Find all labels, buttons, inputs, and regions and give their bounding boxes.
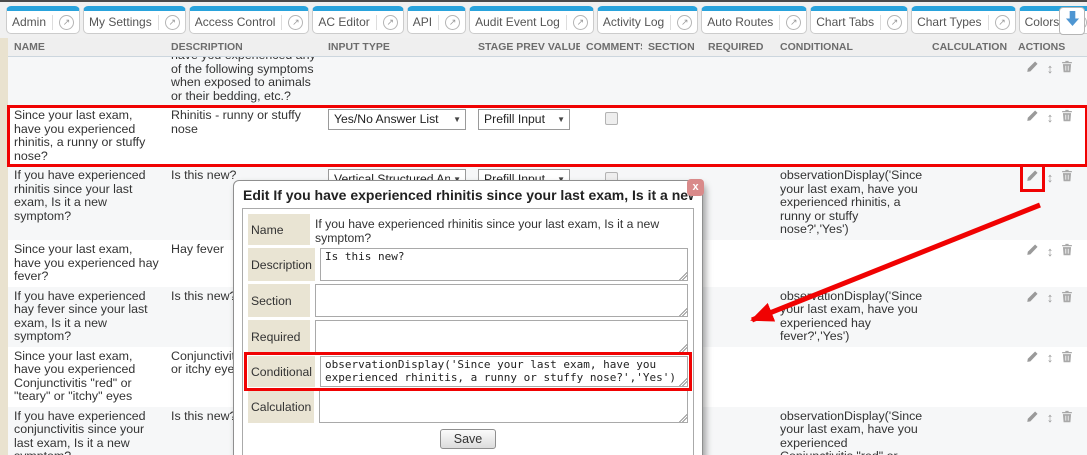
description-field-label: Description <box>248 248 315 281</box>
modal-form: Name If you have experienced rhinitis si… <box>242 208 694 455</box>
edit-icon[interactable] <box>1026 410 1039 427</box>
external-link-icon[interactable]: ↗ <box>165 15 180 30</box>
left-margin-strip <box>0 38 8 455</box>
tab-strip: Admin↗ My Settings↗ Access Control↗ AC E… <box>0 2 1087 34</box>
edit-icon[interactable] <box>1026 109 1039 126</box>
stage-prev-value-select[interactable]: Prefill Input▼ <box>478 109 570 130</box>
comments-checkbox[interactable] <box>605 112 618 125</box>
question-conditional: observationDisplay('Since your last exam… <box>774 166 926 240</box>
tab-chart-tabs[interactable]: Chart Tabs↗ <box>810 6 908 34</box>
delete-icon[interactable] <box>1061 60 1073 77</box>
col-actions: ACTIONS <box>1012 38 1087 57</box>
move-row-icon[interactable]: ↕ <box>1047 291 1054 305</box>
col-required: REQUIRED <box>702 38 774 57</box>
page: Admin↗ My Settings↗ Access Control↗ AC E… <box>0 0 1087 455</box>
modal-title: Edit If you have experienced rhinitis si… <box>242 185 694 208</box>
delete-icon[interactable] <box>1061 410 1073 427</box>
edit-icon[interactable] <box>1026 290 1039 307</box>
external-link-icon[interactable]: ↗ <box>887 15 902 30</box>
move-row-icon[interactable]: ↕ <box>1047 111 1054 125</box>
external-link-icon[interactable]: ↗ <box>786 15 801 30</box>
input-type-select[interactable]: Yes/No Answer List▼ <box>328 109 466 130</box>
edit-question-modal: x Edit If you have experienced rhinitis … <box>233 180 703 455</box>
conditional-textarea[interactable]: observationDisplay('Since your last exam… <box>320 356 688 387</box>
col-comments: COMMENTS <box>580 38 642 57</box>
description-textarea[interactable]: Is this new? <box>320 248 688 281</box>
move-row-icon[interactable]: ↕ <box>1047 62 1054 76</box>
question-name: Since your last exam, have you experienc… <box>8 106 165 166</box>
external-link-icon[interactable]: ↗ <box>59 15 74 30</box>
table-row: have you experienced any of the followin… <box>8 57 1087 107</box>
edit-icon[interactable] <box>1026 350 1039 367</box>
required-field-label: Required <box>248 320 310 353</box>
calculation-field-label: Calculation <box>248 390 314 423</box>
delete-icon[interactable] <box>1061 243 1073 260</box>
col-input-type: INPUT TYPE <box>322 38 472 57</box>
close-icon[interactable]: x <box>687 179 704 196</box>
col-name: NAME <box>8 38 165 57</box>
external-link-icon[interactable]: ↗ <box>383 15 398 30</box>
question-name: If you have experienced rhinitis since y… <box>8 166 165 240</box>
tab-my-settings[interactable]: My Settings↗ <box>83 6 186 34</box>
section-textarea[interactable] <box>315 284 688 317</box>
calculation-textarea[interactable] <box>319 390 688 423</box>
question-description: have you experienced any of the followin… <box>171 57 316 104</box>
tab-admin[interactable]: Admin↗ <box>6 6 80 34</box>
tab-audit-event-log[interactable]: Audit Event Log↗ <box>469 6 594 34</box>
save-button[interactable]: Save <box>440 429 497 449</box>
name-field-label: Name <box>248 214 310 245</box>
external-link-icon[interactable]: ↗ <box>288 15 303 30</box>
question-name: If you have experienced hay fever since … <box>8 287 165 347</box>
delete-icon[interactable] <box>1061 169 1073 186</box>
question-description: Rhinitis - runny or stuffy nose <box>165 106 322 166</box>
table-header-row: NAME DESCRIPTION INPUT TYPE STAGE PREV V… <box>8 38 1087 57</box>
col-calculation: CALCULATION <box>926 38 1012 57</box>
tab-bar: Admin↗ My Settings↗ Access Control↗ AC E… <box>0 0 1087 38</box>
question-name: If you have experienced conjunctivitis s… <box>8 407 165 455</box>
delete-icon[interactable] <box>1061 290 1073 307</box>
required-textarea[interactable] <box>315 320 688 353</box>
question-name: Since your last exam, have you experienc… <box>8 240 165 287</box>
dropdown-arrow-icon: ▼ <box>557 113 565 127</box>
move-row-icon[interactable]: ↕ <box>1047 351 1054 365</box>
tab-access-control[interactable]: Access Control↗ <box>189 6 310 34</box>
external-link-icon[interactable]: ↗ <box>995 15 1010 30</box>
delete-icon[interactable] <box>1061 350 1073 367</box>
col-conditional: CONDITIONAL <box>774 38 926 57</box>
external-link-icon[interactable]: ↗ <box>573 15 588 30</box>
question-conditional: observationDisplay('Since your last exam… <box>774 407 926 455</box>
table-row-rhinitis-highlighted: Since your last exam, have you experienc… <box>8 106 1087 166</box>
scroll-tabs-button[interactable] <box>1059 7 1085 35</box>
col-section: SECTION <box>642 38 702 57</box>
edit-icon[interactable] <box>1026 243 1039 260</box>
conditional-field-label: Conditional <box>248 356 315 387</box>
col-description: DESCRIPTION <box>165 38 322 57</box>
conditional-row-highlighted: Conditional observationDisplay('Since yo… <box>248 356 688 387</box>
question-conditional: observationDisplay('Since your last exam… <box>774 287 926 347</box>
col-stage-prev-value: STAGE PREV VALUE <box>472 38 580 57</box>
external-link-icon[interactable]: ↗ <box>677 15 692 30</box>
down-arrow-icon <box>1065 10 1080 32</box>
edit-icon-highlighted[interactable] <box>1026 169 1039 186</box>
tab-auto-routes[interactable]: Auto Routes↗ <box>701 6 807 34</box>
question-name: Since your last exam, have you experienc… <box>8 347 165 407</box>
move-row-icon[interactable]: ↕ <box>1047 171 1054 185</box>
tab-activity-log[interactable]: Activity Log↗ <box>597 6 698 34</box>
dropdown-arrow-icon: ▼ <box>453 113 461 127</box>
move-row-icon[interactable]: ↕ <box>1047 411 1054 425</box>
edit-icon[interactable] <box>1026 60 1039 77</box>
move-row-icon[interactable]: ↕ <box>1047 245 1054 259</box>
tab-chart-types[interactable]: Chart Types↗ <box>911 6 1015 34</box>
external-link-icon[interactable]: ↗ <box>445 15 460 30</box>
delete-icon[interactable] <box>1061 109 1073 126</box>
section-field-label: Section <box>248 284 310 317</box>
tab-ac-editor[interactable]: AC Editor↗ <box>312 6 403 34</box>
tab-api[interactable]: API↗ <box>407 6 466 34</box>
name-field-value: If you have experienced rhinitis since y… <box>315 214 688 245</box>
